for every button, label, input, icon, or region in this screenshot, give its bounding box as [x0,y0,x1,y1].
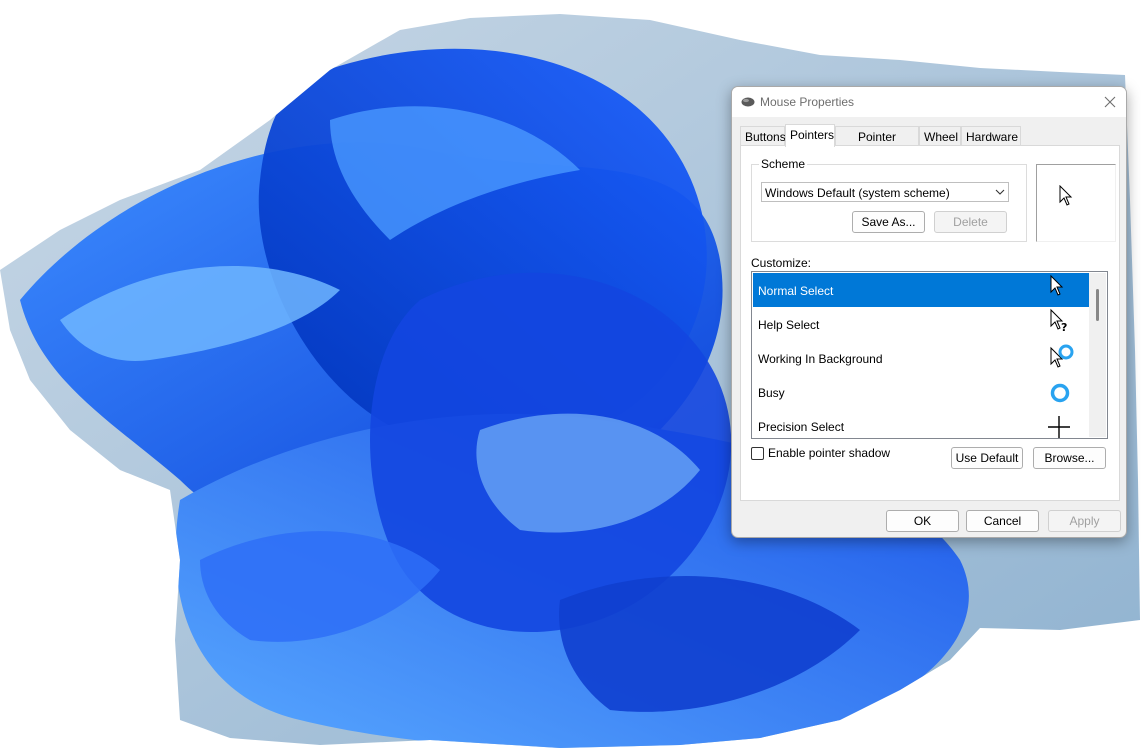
tab-hardware[interactable]: Hardware [961,126,1021,146]
list-item-help-select[interactable]: Help Select ? [753,307,1089,341]
window-title: Mouse Properties [760,95,855,109]
mouse-icon [741,97,755,107]
browse-button[interactable]: Browse... [1033,447,1106,469]
crosshair-cursor-icon [1048,416,1070,438]
list-item-label: Help Select [758,318,820,332]
save-as-button[interactable]: Save As... [852,211,925,233]
list-scrollbar[interactable] [1089,273,1106,437]
mouse-properties-dialog: Mouse Properties Buttons Pointers Pointe… [731,86,1127,538]
list-item-precision-select[interactable]: Precision Select [753,409,1089,438]
delete-button[interactable]: Delete [934,211,1007,233]
tab-strip: Buttons Pointers Pointer Options Wheel H… [732,124,1126,164]
working-cursor-icon [1050,344,1074,368]
chevron-down-icon [995,189,1005,195]
pointer-preview [1036,164,1116,242]
busy-cursor-icon [1050,383,1070,403]
tab-wheel[interactable]: Wheel [919,126,961,146]
svg-text:?: ? [1061,321,1067,334]
tab-pointer-options[interactable]: Pointer Options [835,126,919,164]
list-item-normal-select[interactable]: Normal Select [753,273,1089,307]
scheme-label: Scheme [759,157,808,171]
title-bar[interactable]: Mouse Properties [732,87,1126,117]
cancel-button[interactable]: Cancel [966,510,1039,532]
list-item-working-in-background[interactable]: Working In Background [753,341,1089,375]
scheme-group: Scheme Windows Default (system scheme) S… [751,157,1027,242]
list-item-label: Normal Select [758,284,834,298]
apply-button[interactable]: Apply [1048,510,1121,532]
list-item-busy[interactable]: Busy [753,375,1089,409]
customize-label: Customize: [751,256,812,270]
scheme-selected-value: Windows Default (system scheme) [765,186,950,200]
use-default-button[interactable]: Use Default [951,447,1023,469]
close-button[interactable] [1094,87,1126,117]
pointer-shadow-checkbox[interactable] [751,447,764,460]
tab-pointers[interactable]: Pointers [785,124,835,147]
list-item-label: Precision Select [758,420,845,434]
cursor-list[interactable]: Normal Select Help Select ? Working In B… [751,271,1108,439]
tab-buttons[interactable]: Buttons [740,126,786,146]
arrow-cursor-icon [1050,274,1064,296]
pointer-shadow-label[interactable]: Enable pointer shadow [768,446,890,460]
scrollbar-thumb[interactable] [1096,289,1099,321]
list-item-label: Working In Background [758,352,883,366]
arrow-cursor-icon [1059,185,1073,206]
dialog-footer: OK Cancel Apply [732,501,1126,537]
list-item-label: Busy [758,386,785,400]
scheme-dropdown[interactable]: Windows Default (system scheme) [761,182,1009,202]
ok-button[interactable]: OK [886,510,959,532]
pointers-panel: Scheme Windows Default (system scheme) S… [740,145,1120,501]
help-cursor-icon: ? [1050,308,1067,334]
close-icon [1104,96,1116,108]
